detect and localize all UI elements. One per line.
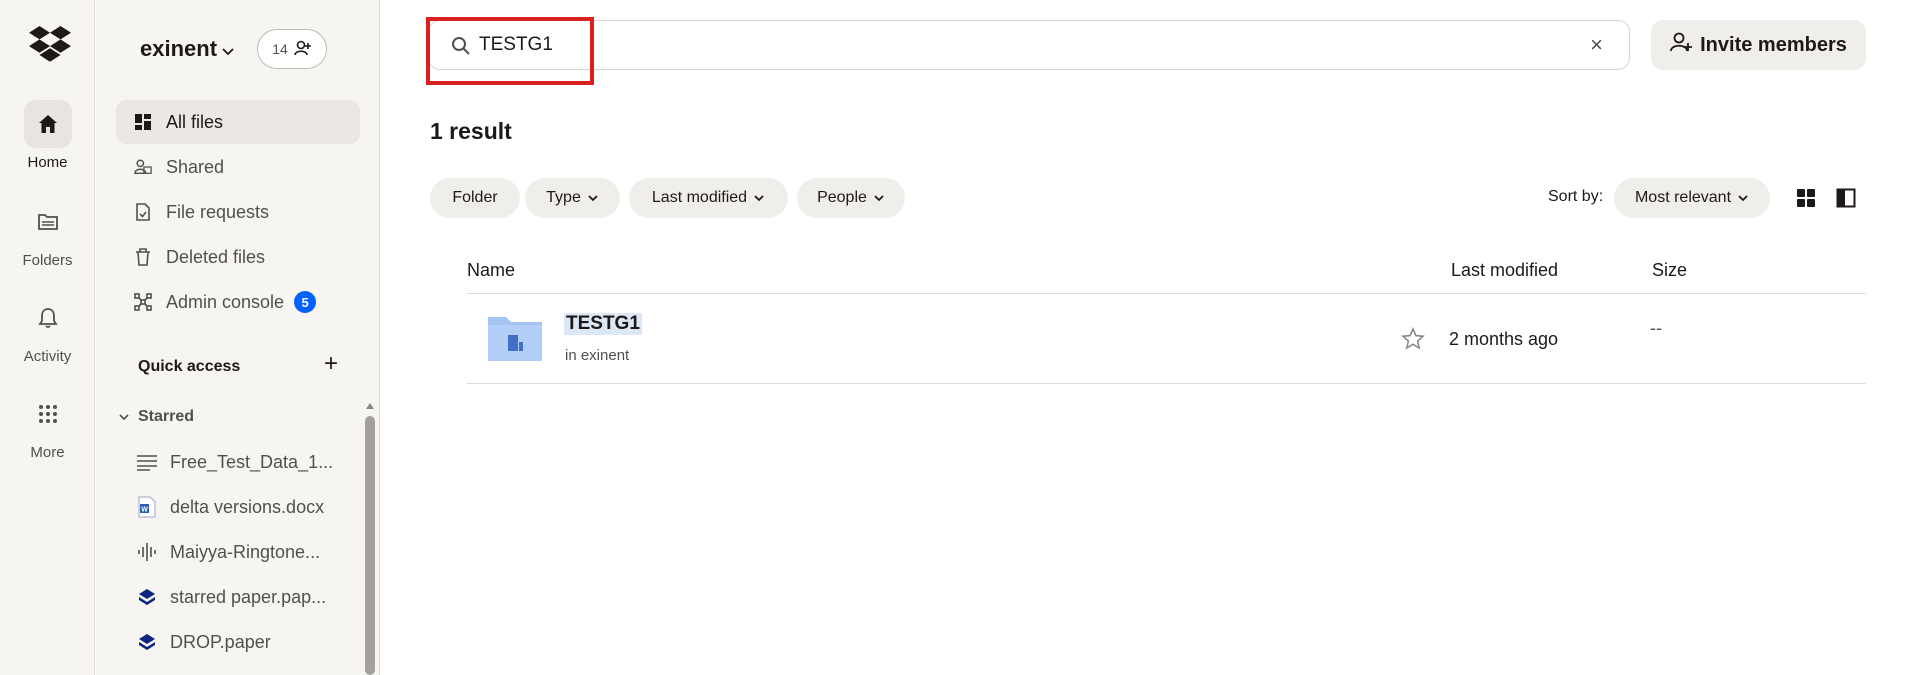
column-header-size[interactable]: Size: [1652, 260, 1687, 281]
add-quick-access-button[interactable]: +: [324, 352, 338, 376]
last-modified-value: 2 months ago: [1449, 329, 1559, 349]
nav-label: Deleted files: [166, 246, 266, 267]
filter-last-modified-chip[interactable]: Last modified: [629, 178, 788, 218]
nav-label: Shared: [166, 156, 225, 177]
team-switcher[interactable]: exinent: [140, 36, 235, 62]
file-request-icon: [134, 203, 152, 221]
details-panel-icon[interactable]: [1836, 188, 1856, 208]
starred-item[interactable]: Maiyya-Ringtone...: [136, 537, 346, 567]
starred-item[interactable]: DROP.paper: [136, 627, 346, 657]
chip-label: Type: [546, 189, 581, 206]
starred-section-toggle[interactable]: Starred: [118, 408, 194, 426]
bell-icon: [24, 294, 72, 342]
sidebar-item-admin-console[interactable]: Admin console 5: [116, 280, 360, 324]
filter-people-chip[interactable]: People: [797, 178, 905, 218]
file-name[interactable]: TESTG1: [564, 313, 642, 335]
sidebar: exinent 14 All files Shared File request…: [96, 0, 380, 675]
chevron-down-icon: [221, 36, 235, 62]
chip-label: Last modified: [651, 189, 748, 206]
invite-members-button[interactable]: Invite members: [1651, 20, 1866, 70]
all-files-icon: [134, 113, 152, 131]
add-member-button[interactable]: 14: [257, 29, 327, 69]
starred-item-label: delta versions.docx: [170, 496, 325, 517]
rail-item-label: Activity: [23, 348, 72, 365]
add-person-icon: [293, 39, 312, 60]
trash-icon: [134, 248, 152, 266]
column-header-last-modified[interactable]: Last modified: [1451, 260, 1558, 281]
paper-doc-icon: [136, 586, 158, 608]
chevron-down-icon: [753, 189, 765, 207]
search-icon: [451, 36, 471, 61]
starred-heading: Starred: [138, 408, 195, 425]
starred-item-label: Free_Test_Data_1...: [170, 451, 334, 472]
chip-label: People: [817, 189, 867, 206]
search-bar[interactable]: ×: [428, 20, 1630, 70]
filter-folder-chip[interactable]: Folder: [430, 178, 520, 218]
header-divider: [467, 293, 1866, 294]
sidebar-item-all-files[interactable]: All files: [116, 100, 360, 144]
chevron-down-icon: [1737, 189, 1749, 207]
rail-item-label: More: [30, 444, 65, 461]
starred-item-label: Maiyya-Ringtone...: [170, 541, 321, 562]
scroll-up-arrow[interactable]: [364, 398, 376, 409]
starred-item-label: DROP.paper: [170, 631, 271, 652]
clear-search-button[interactable]: ×: [1590, 33, 1603, 57]
svg-text:W: W: [141, 507, 148, 514]
chip-label: Folder: [452, 189, 498, 206]
add-person-icon: [1670, 31, 1693, 59]
admin-badge: 5: [294, 291, 317, 313]
shared-icon: [134, 158, 152, 176]
sort-by-label: Sort by:: [1548, 188, 1604, 205]
word-doc-icon: W: [136, 496, 158, 518]
search-input[interactable]: [479, 29, 1529, 61]
star-icon[interactable]: [1401, 327, 1425, 351]
filter-type-chip[interactable]: Type: [525, 178, 620, 218]
nav-label: All files: [166, 111, 224, 132]
left-rail: Home Folders Activity More: [0, 0, 95, 675]
sort-value: Most relevant: [1634, 189, 1732, 206]
starred-item[interactable]: W delta versions.docx: [136, 492, 346, 522]
quick-access-heading: Quick access: [138, 358, 241, 375]
nav-label: File requests: [166, 201, 270, 222]
file-path: in exinent: [565, 347, 630, 364]
folder-icon: [24, 198, 72, 246]
paper-doc-icon: [136, 631, 158, 653]
admin-icon: [134, 293, 152, 311]
chevron-down-icon: [587, 189, 599, 207]
nav-label: Admin console: [166, 291, 285, 312]
rail-item-more[interactable]: More: [0, 390, 95, 461]
rail-item-label: Home: [27, 154, 68, 171]
row-divider: [467, 383, 1866, 384]
team-name: exinent: [140, 36, 218, 61]
starred-item[interactable]: Free_Test_Data_1...: [136, 447, 346, 477]
size-value: --: [1650, 318, 1662, 338]
home-icon: [23, 100, 72, 148]
sidebar-item-deleted-files[interactable]: Deleted files: [116, 235, 360, 279]
rail-item-label: Folders: [22, 252, 73, 269]
rail-item-home[interactable]: Home: [0, 100, 95, 171]
invite-members-label: Invite members: [1700, 33, 1847, 56]
chevron-down-icon: [118, 408, 130, 426]
rail-item-folders[interactable]: Folders: [0, 198, 95, 269]
grid-view-icon[interactable]: [1796, 188, 1816, 208]
sidebar-scrollbar-thumb[interactable]: [365, 416, 375, 675]
chevron-down-icon: [873, 189, 885, 207]
starred-item[interactable]: starred paper.pap...: [136, 582, 346, 612]
text-file-icon: [136, 451, 158, 473]
sidebar-item-file-requests[interactable]: File requests: [116, 190, 360, 234]
sidebar-item-shared[interactable]: Shared: [116, 145, 360, 189]
starred-item-label: starred paper.pap...: [170, 586, 327, 607]
audio-file-icon: [136, 541, 158, 563]
dropbox-logo-icon[interactable]: [29, 26, 71, 62]
column-header-name[interactable]: Name: [467, 260, 515, 281]
rail-item-activity[interactable]: Activity: [0, 294, 95, 365]
sort-dropdown[interactable]: Most relevant: [1614, 178, 1770, 218]
team-folder-icon: [486, 313, 544, 363]
result-count: 1 result: [430, 118, 512, 144]
member-count: 14: [272, 41, 288, 57]
grid-icon: [24, 390, 72, 438]
